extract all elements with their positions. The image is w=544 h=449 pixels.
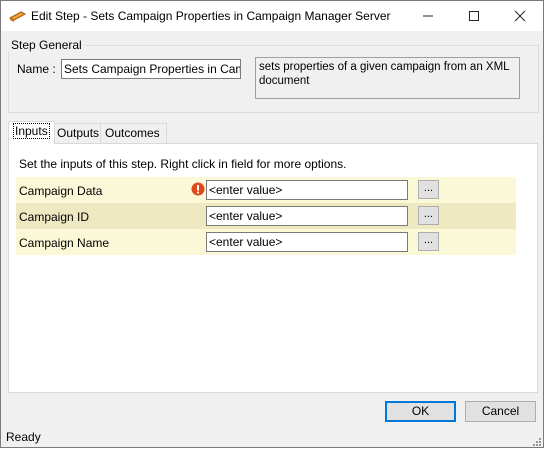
tab-outputs[interactable]: Outputs [52, 123, 105, 143]
close-icon [514, 10, 526, 22]
ok-button[interactable]: OK [385, 401, 456, 422]
input-row-campaign-data: Campaign Data <enter value> ... [16, 177, 516, 203]
campaign-name-browse-button[interactable]: ... [418, 232, 439, 251]
status-bar: Ready [1, 427, 543, 447]
step-general-title: Step General [8, 38, 85, 52]
campaign-name-label: Campaign Name [19, 236, 110, 250]
resize-grip-icon[interactable] [531, 435, 541, 446]
input-row-campaign-name: Campaign Name <enter value> ... [16, 229, 516, 255]
campaign-name-input[interactable]: <enter value> [206, 232, 408, 252]
tab-inputs[interactable]: Inputs [8, 121, 55, 144]
campaign-id-input[interactable]: <enter value> [206, 206, 408, 226]
maximize-button[interactable] [451, 1, 497, 31]
minimize-icon [423, 15, 433, 17]
campaign-id-browse-button[interactable]: ... [418, 206, 439, 225]
step-icon [8, 9, 27, 23]
cancel-button[interactable]: Cancel [465, 401, 536, 422]
close-button[interactable] [497, 1, 543, 31]
name-field[interactable]: Sets Campaign Properties in Campaign Man… [61, 59, 241, 79]
tab-outcomes[interactable]: Outcomes [100, 123, 167, 143]
description-field[interactable]: sets properties of a given campaign from… [255, 57, 520, 99]
tab-outputs-label: Outputs [57, 126, 100, 140]
campaign-data-input[interactable]: <enter value> [206, 180, 408, 200]
error-icon [191, 182, 205, 196]
edit-step-window: Edit Step - Sets Campaign Properties in … [0, 0, 544, 448]
campaign-id-label: Campaign ID [19, 210, 90, 224]
minimize-button[interactable] [405, 1, 451, 31]
inputs-hint: Set the inputs of this step. Right click… [19, 157, 347, 171]
status-text: Ready [6, 430, 41, 444]
campaign-data-browse-button[interactable]: ... [418, 180, 439, 199]
window-title: Edit Step - Sets Campaign Properties in … [31, 9, 391, 23]
title-bar[interactable]: Edit Step - Sets Campaign Properties in … [1, 1, 543, 31]
tab-inputs-label: Inputs [13, 123, 50, 139]
name-label: Name : [17, 62, 56, 76]
input-row-campaign-id: Campaign ID <enter value> ... [16, 203, 516, 229]
campaign-data-label: Campaign Data [19, 184, 103, 198]
tab-outcomes-label: Outcomes [105, 126, 160, 140]
maximize-icon [469, 11, 479, 21]
